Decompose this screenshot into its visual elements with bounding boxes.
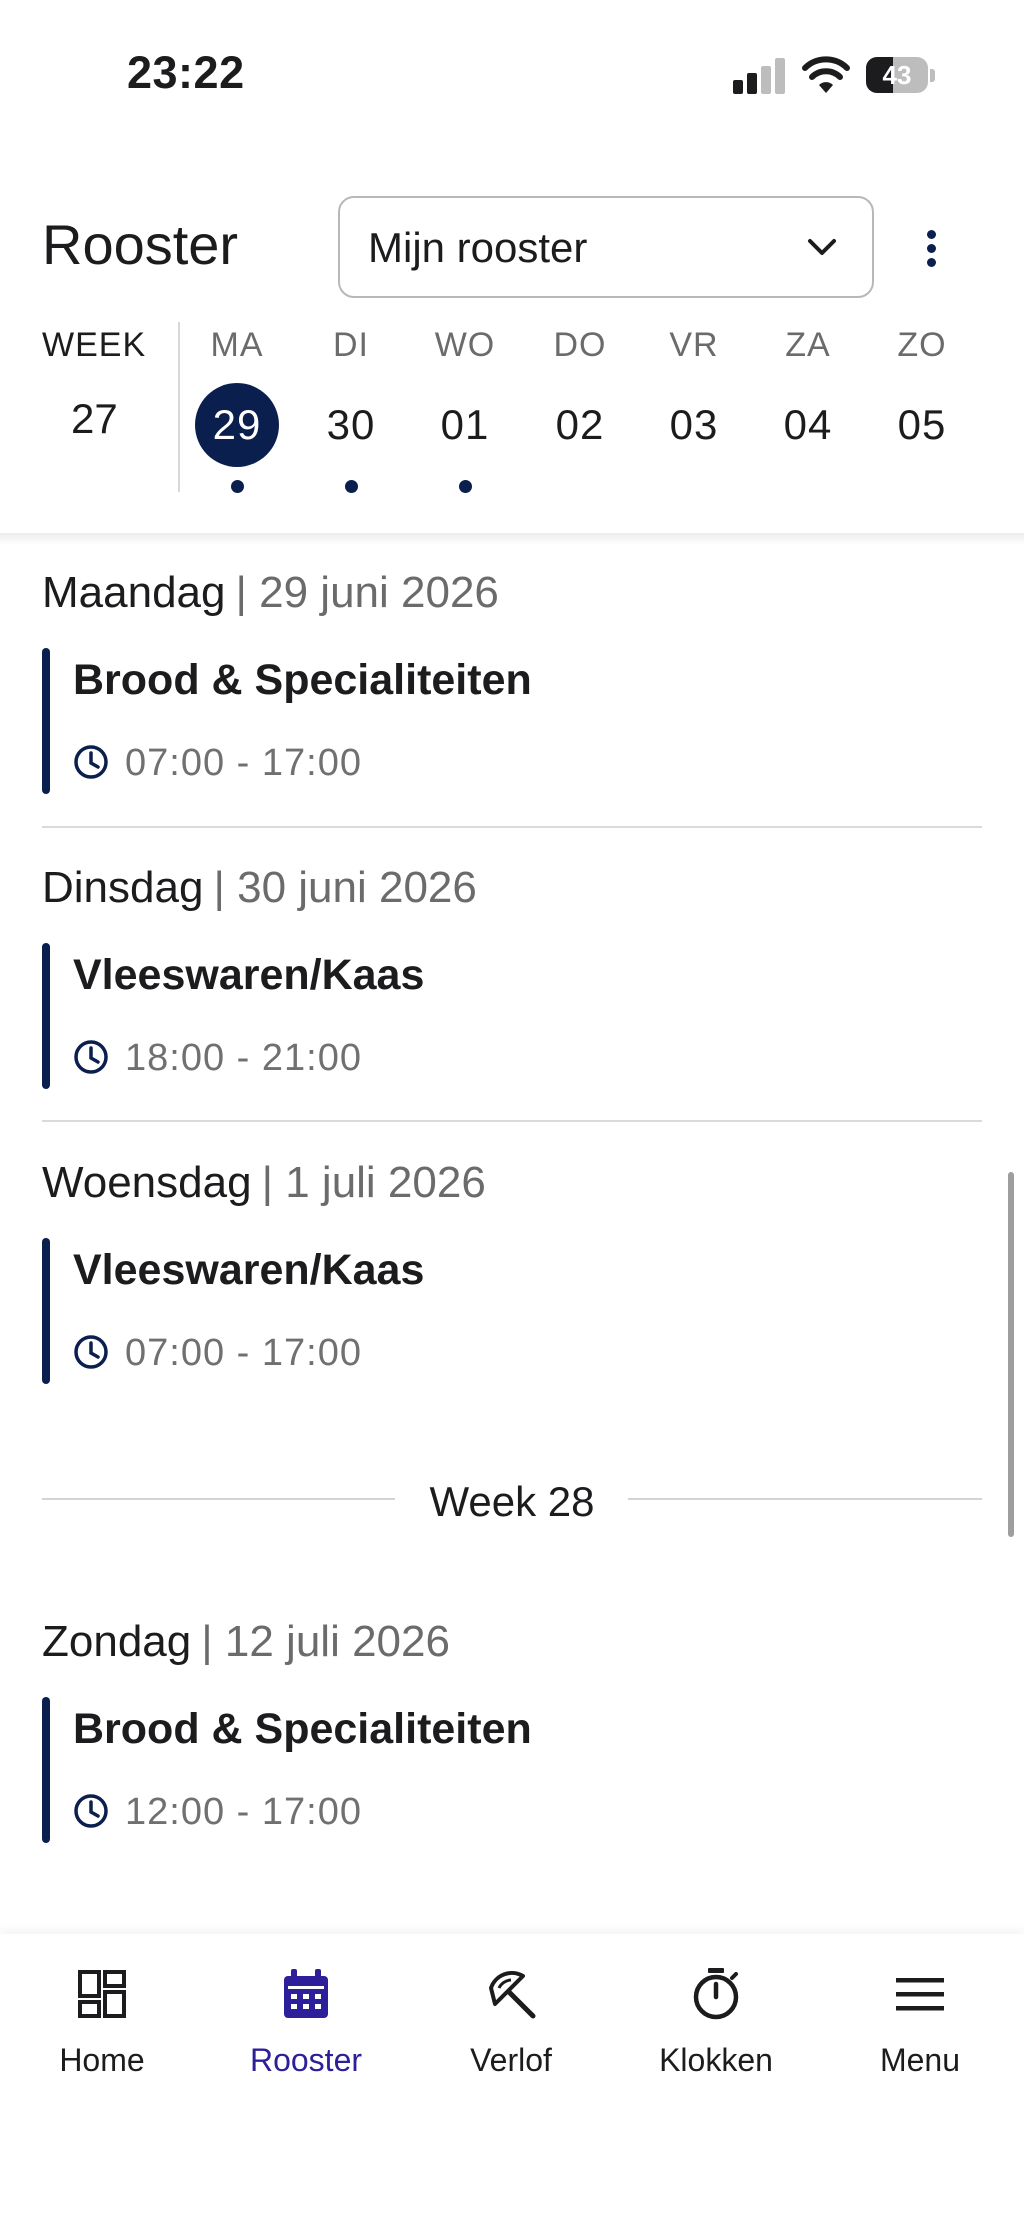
day-number: 05 — [897, 401, 947, 448]
day-heading: Maandag | 29 juni 2026 — [42, 568, 499, 618]
day-heading-weekday: Woensdag — [42, 1158, 252, 1207]
day-name: ZA — [785, 326, 831, 364]
nav-item-rooster[interactable]: Rooster — [216, 1964, 396, 2079]
shift-accent-bar — [42, 943, 50, 1089]
scrollbar[interactable] — [1008, 1172, 1014, 1537]
day-selector-wed[interactable]: WO 01 — [415, 326, 515, 493]
day-heading-date: | 29 juni 2026 — [235, 568, 499, 617]
day-heading-date: | 30 juni 2026 — [213, 863, 477, 912]
battery-icon: 43 — [866, 57, 936, 93]
bottom-navigation: Home Rooster Verlof Klokken Menu — [0, 1934, 1024, 2220]
day-heading-weekday: Dinsdag — [42, 863, 204, 912]
more-options-icon[interactable] — [913, 222, 949, 276]
day-heading: Dinsdag | 30 juni 2026 — [42, 863, 477, 913]
shift-title: Vleeswaren/Kaas — [73, 1246, 425, 1294]
status-bar: 23:22 43 — [0, 0, 1024, 150]
day-name: DO — [553, 326, 607, 364]
clock-icon — [74, 1794, 108, 1828]
day-number: 02 — [555, 401, 605, 448]
shift-card[interactable]: Brood & Specialiteiten 07:00 - 17:00 — [42, 648, 982, 794]
nav-item-verlof[interactable]: Verlof — [421, 1964, 601, 2079]
shift-indicator-dot — [459, 480, 472, 493]
nav-item-menu[interactable]: Menu — [830, 1964, 1010, 2079]
shift-card[interactable]: Vleeswaren/Kaas 07:00 - 17:00 — [42, 1238, 982, 1384]
chevron-down-icon — [808, 239, 836, 255]
shift-title: Vleeswaren/Kaas — [73, 951, 425, 999]
shift-indicator-dot — [231, 480, 244, 493]
cellular-signal-icon — [733, 58, 787, 94]
day-name: VR — [669, 326, 719, 364]
day-selector-tue[interactable]: DI 30 — [301, 326, 401, 493]
roster-select-dropdown[interactable]: Mijn rooster — [338, 196, 874, 298]
stopwatch-icon — [693, 1968, 739, 2020]
list-divider — [42, 826, 982, 828]
week-number: 27 — [71, 395, 118, 442]
nav-label: Menu — [879, 2042, 961, 2078]
week-label: WEEK — [42, 326, 147, 364]
shift-accent-bar — [42, 648, 50, 794]
day-name: ZO — [897, 326, 947, 364]
header-shadow — [0, 533, 1024, 545]
shift-time: 12:00 - 17:00 — [125, 1791, 362, 1833]
day-selector-fri[interactable]: VR 03 — [644, 326, 744, 467]
selected-day-circle: 29 — [195, 383, 279, 467]
day-number: 29 — [212, 401, 262, 448]
nav-label: Rooster — [249, 2042, 363, 2078]
page-title: Rooster — [42, 213, 239, 276]
day-name: MA — [210, 326, 264, 364]
status-time: 23:22 — [127, 47, 245, 98]
week-indicator: WEEK 27 — [42, 326, 162, 443]
shift-title: Brood & Specialiteiten — [73, 656, 532, 704]
calendar-icon — [284, 1969, 328, 2018]
shift-time: 07:00 - 17:00 — [125, 742, 362, 784]
clock-icon — [74, 745, 108, 779]
week-separator: Week 28 — [42, 1478, 982, 1525]
nav-item-klokken[interactable]: Klokken — [626, 1964, 806, 2079]
day-number: 30 — [326, 401, 376, 448]
day-selector-sat[interactable]: ZA 04 — [758, 326, 858, 467]
clock-icon — [74, 1335, 108, 1369]
day-selector-sun[interactable]: ZO 05 — [872, 326, 972, 467]
day-number: 01 — [440, 401, 490, 448]
day-heading-date: | 12 juli 2026 — [201, 1617, 450, 1666]
shift-title: Brood & Specialiteiten — [73, 1705, 532, 1753]
shift-card[interactable]: Brood & Specialiteiten 12:00 - 17:00 — [42, 1697, 982, 1843]
dashboard-icon — [78, 1970, 126, 2018]
day-name: DI — [333, 326, 369, 364]
nav-label: Klokken — [659, 2042, 773, 2078]
shift-accent-bar — [42, 1697, 50, 1843]
day-number: 04 — [783, 401, 833, 448]
shift-time: 07:00 - 17:00 — [125, 1332, 362, 1374]
roster-select-value: Mijn rooster — [368, 224, 588, 271]
shift-accent-bar — [42, 1238, 50, 1384]
day-heading-date: | 1 juli 2026 — [261, 1158, 486, 1207]
nav-label: Home — [59, 2042, 145, 2078]
battery-percentage: 43 — [882, 60, 912, 90]
nav-item-home[interactable]: Home — [12, 1964, 192, 2079]
shift-card[interactable]: Vleeswaren/Kaas 18:00 - 21:00 — [42, 943, 982, 1089]
list-divider — [42, 1120, 982, 1122]
day-heading-weekday: Zondag — [42, 1617, 192, 1666]
day-name: WO — [434, 326, 496, 364]
week-separator-label: Week 28 — [429, 1478, 595, 1525]
day-heading-weekday: Maandag — [42, 568, 226, 617]
beach-umbrella-icon — [489, 1970, 536, 2019]
day-heading: Woensdag | 1 juli 2026 — [42, 1158, 486, 1208]
shift-indicator-dot — [345, 480, 358, 493]
nav-label: Verlof — [470, 2042, 552, 2078]
day-selector-mon[interactable]: MA 29 — [187, 326, 287, 493]
day-number: 03 — [669, 401, 719, 448]
day-selector-thu[interactable]: DO 02 — [530, 326, 630, 467]
clock-icon — [74, 1040, 108, 1074]
week-divider — [178, 322, 180, 492]
shift-time: 18:00 - 21:00 — [125, 1037, 362, 1079]
hamburger-menu-icon — [896, 1978, 944, 2011]
day-heading: Zondag | 12 juli 2026 — [42, 1617, 450, 1667]
wifi-icon — [802, 56, 850, 93]
